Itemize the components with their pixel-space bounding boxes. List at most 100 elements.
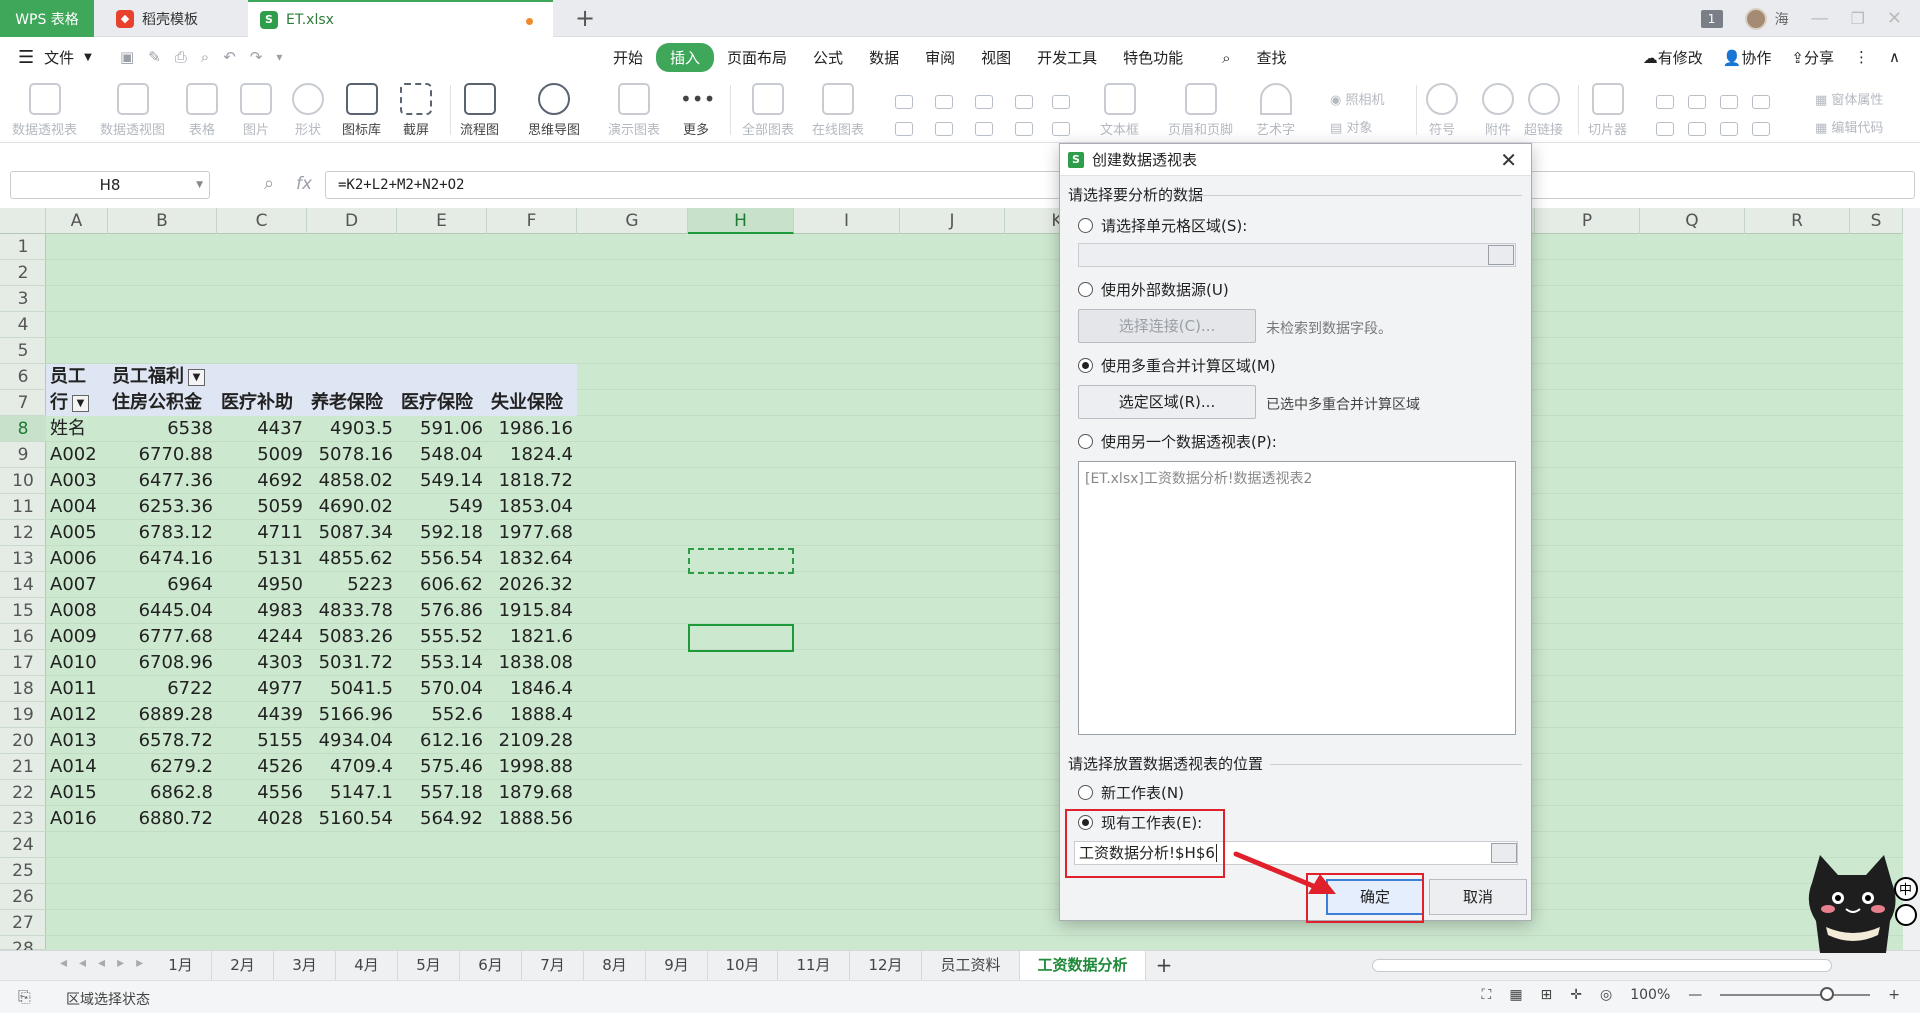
- pivot-cell[interactable]: 606.62: [397, 572, 487, 598]
- pivot-cell[interactable]: 5160.54: [307, 806, 397, 832]
- column-header[interactable]: R: [1745, 208, 1850, 234]
- pivot-cell[interactable]: 4439: [217, 702, 307, 728]
- pivot-cell[interactable]: 591.06: [397, 416, 487, 442]
- pivot-cell[interactable]: 564.92: [397, 806, 487, 832]
- row-header[interactable]: 14: [0, 572, 46, 598]
- pivot-cell[interactable]: 5009: [217, 442, 307, 468]
- pivot-cell[interactable]: 6253.36: [108, 494, 217, 520]
- row-header[interactable]: 21: [0, 754, 46, 780]
- row-header[interactable]: 4: [0, 312, 46, 338]
- pivot-cell[interactable]: 4028: [217, 806, 307, 832]
- page-break-icon[interactable]: ⊞: [1541, 987, 1553, 1003]
- row-header[interactable]: 11: [0, 494, 46, 520]
- radio-multiple-consolidation[interactable]: 使用多重合并计算区域(M): [1078, 355, 1276, 376]
- pivot-cell[interactable]: 2026.32: [487, 572, 577, 598]
- print-icon[interactable]: ⎙: [175, 48, 187, 66]
- row-header[interactable]: 7: [0, 390, 46, 416]
- format-painter-icon[interactable]: ✎: [148, 48, 161, 66]
- wordart-button[interactable]: 艺术字: [1256, 83, 1295, 138]
- sheet-tab[interactable]: 2月: [212, 951, 274, 980]
- row-header[interactable]: 17: [0, 650, 46, 676]
- row-header[interactable]: 20: [0, 728, 46, 754]
- radio-button[interactable]: [1078, 218, 1093, 233]
- header-footer-button[interactable]: 页眉和页脚: [1168, 83, 1233, 138]
- pivot-header-cell[interactable]: 行 ▼: [46, 390, 108, 416]
- sheet-tab[interactable]: 员工资料: [922, 951, 1020, 980]
- pivot-header-cell[interactable]: 养老保险: [307, 390, 397, 416]
- pivot-header-cell[interactable]: 失业保险: [487, 390, 577, 416]
- filter-icon[interactable]: ▼: [188, 368, 205, 386]
- pivot-cell[interactable]: 5041.5: [307, 676, 397, 702]
- sheet-tab[interactable]: 8月: [584, 951, 646, 980]
- shapes-button[interactable]: 形状: [292, 83, 324, 138]
- column-header[interactable]: E: [397, 208, 487, 234]
- pivot-header-cell[interactable]: 医疗保险: [397, 390, 487, 416]
- pivot-cell[interactable]: 5087.34: [307, 520, 397, 546]
- slicer-button[interactable]: 切片器: [1588, 83, 1627, 138]
- sheet-nav-arrows[interactable]: ◂◂◂▸▸: [60, 955, 155, 971]
- row-header[interactable]: 13: [0, 546, 46, 572]
- radar-chart-icon[interactable]: [1052, 122, 1070, 136]
- pivot-cell[interactable]: 4858.02: [307, 468, 397, 494]
- line-chart-icon[interactable]: [975, 95, 993, 109]
- customize-icon[interactable]: ▾: [276, 50, 282, 64]
- normal-view-icon[interactable]: ▦: [1509, 987, 1522, 1003]
- radio-button[interactable]: [1078, 785, 1093, 800]
- column-header[interactable]: Q: [1640, 208, 1745, 234]
- tab-docer-templates[interactable]: ◆ 稻壳模板: [104, 0, 242, 37]
- horizontal-scrollbar[interactable]: [1372, 959, 1832, 972]
- pivot-table-list[interactable]: [ET.xlsx]工资数据分析!数据透视表2: [1078, 461, 1516, 735]
- window-count-badge[interactable]: 1: [1700, 9, 1723, 28]
- column-header[interactable]: S: [1850, 208, 1903, 234]
- pivot-cell[interactable]: 5083.26: [307, 624, 397, 650]
- stock-chart-icon[interactable]: [895, 122, 913, 136]
- pivot-cell[interactable]: 6538: [108, 416, 217, 442]
- pivot-cell[interactable]: 6862.8: [108, 780, 217, 806]
- column-header[interactable]: B: [108, 208, 217, 234]
- column-header[interactable]: J: [900, 208, 1005, 234]
- table-button[interactable]: 表格: [186, 83, 218, 138]
- row-header[interactable]: 9: [0, 442, 46, 468]
- pivot-cell[interactable]: 1846.4: [487, 676, 577, 702]
- save-icon[interactable]: ▣: [120, 48, 134, 66]
- pivot-cell[interactable]: 5031.72: [307, 650, 397, 676]
- pivot-cell[interactable]: 4244: [217, 624, 307, 650]
- select-range-button[interactable]: 选定区域(R)...: [1078, 385, 1256, 419]
- column-header[interactable]: P: [1535, 208, 1640, 234]
- pivot-cell[interactable]: 6279.2: [108, 754, 217, 780]
- pivot-cell[interactable]: A004: [46, 494, 108, 520]
- sheet-tab[interactable]: 5月: [398, 951, 460, 980]
- pivot-cell[interactable]: A013: [46, 728, 108, 754]
- scatter-chart-icon[interactable]: [1015, 122, 1033, 136]
- vertical-scrollbar[interactable]: [1903, 208, 1920, 950]
- pivot-cell[interactable]: 548.04: [397, 442, 487, 468]
- pivot-header-cell[interactable]: 住房公积金: [108, 390, 217, 416]
- pivot-chart-button[interactable]: 数据透视图: [100, 83, 165, 138]
- pivot-cell[interactable]: 6770.88: [108, 442, 217, 468]
- dropdown-icon[interactable]: ▼: [72, 394, 89, 412]
- row-header[interactable]: 2: [0, 260, 46, 286]
- demo-chart-button[interactable]: 演示图表: [608, 83, 660, 138]
- flowchart-button[interactable]: 流程图: [460, 83, 499, 138]
- mindmap-button[interactable]: 思维导图: [528, 83, 580, 138]
- row-header[interactable]: 24: [0, 832, 46, 858]
- name-box[interactable]: H8 ▼: [10, 171, 210, 199]
- pivot-cell[interactable]: 1998.88: [487, 754, 577, 780]
- pivot-cell[interactable]: 4690.02: [307, 494, 397, 520]
- select-all-corner[interactable]: [0, 208, 46, 234]
- pivot-cell[interactable]: 4709.4: [307, 754, 397, 780]
- pivot-cell[interactable]: A007: [46, 572, 108, 598]
- pivot-cell[interactable]: 575.46: [397, 754, 487, 780]
- donut-chart-icon[interactable]: [975, 122, 993, 136]
- hyperlink-button[interactable]: 超链接: [1524, 83, 1563, 138]
- pivot-cell[interactable]: 557.18: [397, 780, 487, 806]
- pivot-cell[interactable]: 6474.16: [108, 546, 217, 572]
- zoom-in-icon[interactable]: +: [1888, 987, 1900, 1003]
- row-header[interactable]: 27: [0, 910, 46, 936]
- user-account[interactable]: 海: [1744, 7, 1789, 30]
- cell-area[interactable]: 员工 员工福利 ▼ 行 ▼ 住房公积金 医疗补助 养老保险 医疗保险 失业保险 姓名…: [46, 234, 1920, 950]
- close-icon[interactable]: ✕: [1500, 148, 1517, 172]
- radio-button-selected[interactable]: [1078, 358, 1093, 373]
- icon-library-button[interactable]: 图标库: [342, 83, 381, 138]
- zoom-out-icon[interactable]: —: [1688, 987, 1702, 1003]
